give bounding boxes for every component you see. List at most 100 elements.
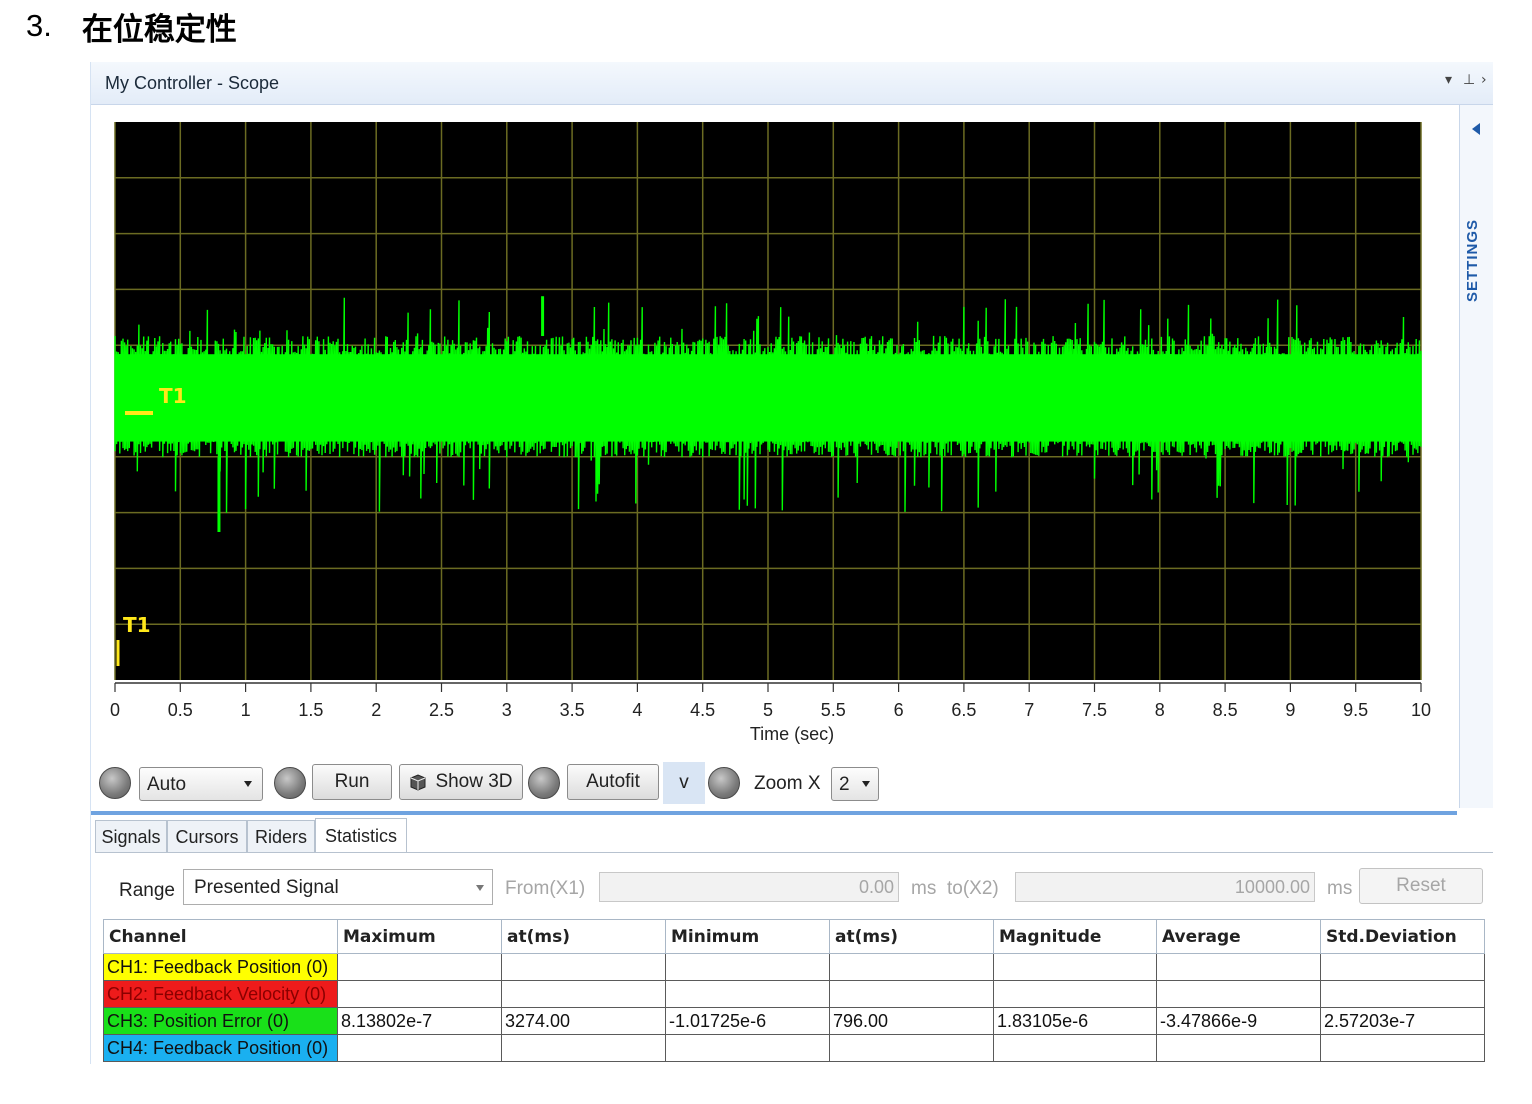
table-header-row: Channel Maximum at(ms) Minimum at(ms) Ma…	[103, 919, 1485, 954]
signal-band	[115, 354, 1421, 442]
table-cell	[829, 1034, 994, 1062]
table-row[interactable]: CH4: Feedback Position (0)	[103, 1034, 1485, 1062]
mode-led-icon[interactable]	[99, 767, 131, 799]
v-toggle[interactable]: v	[663, 762, 705, 804]
table-cell	[829, 980, 994, 1008]
scope-window: My Controller - Scope ▾ ⊥ › SETTINGS T1 T…	[90, 62, 1493, 1064]
step-title: 在位稳定性	[81, 11, 237, 48]
x-tick-label: 7.5	[1082, 700, 1107, 720]
x-tick-label: 4	[632, 700, 642, 720]
column-header[interactable]: Magnitude	[993, 919, 1157, 954]
to-unit: ms	[1327, 878, 1353, 899]
close-icon[interactable]: ›	[1481, 72, 1487, 88]
settings-label[interactable]: SETTINGS	[1464, 205, 1490, 315]
table-cell	[1320, 980, 1485, 1008]
table-cell	[829, 953, 994, 981]
window-titlebar: My Controller - Scope ▾ ⊥ ›	[91, 62, 1493, 105]
mode-value: Auto	[147, 774, 187, 795]
to-input[interactable]: 10000.00	[1015, 872, 1315, 902]
chevron-down-icon	[476, 885, 484, 891]
table-cell: -1.01725e-6	[665, 1007, 830, 1035]
channel-cell-ch1[interactable]: CH1: Feedback Position (0)	[103, 953, 338, 981]
window-title: My Controller - Scope	[105, 73, 280, 93]
x-tick-label: 6.5	[951, 700, 976, 720]
panel-splitter[interactable]	[91, 811, 1457, 815]
column-header[interactable]: Minimum	[665, 919, 830, 954]
trigger-level-label: T1	[159, 384, 187, 408]
table-cell	[337, 1034, 502, 1062]
table-cell: 2.57203e-7	[1320, 1007, 1485, 1035]
tab-signals[interactable]: Signals	[95, 820, 167, 853]
x-tick-label: 5.5	[821, 700, 846, 720]
column-header[interactable]: Channel	[103, 919, 338, 954]
x-tick-label: 5	[763, 700, 773, 720]
table-cell	[1156, 1034, 1321, 1062]
zoom-value: 2	[839, 774, 850, 795]
cube-icon	[409, 773, 427, 791]
table-row[interactable]: CH2: Feedback Velocity (0)	[103, 980, 1485, 1008]
column-header[interactable]: Std.Deviation	[1320, 919, 1485, 954]
show-3d-label: Show 3D	[435, 771, 513, 792]
table-cell	[337, 980, 502, 1008]
range-value: Presented Signal	[194, 877, 339, 898]
show-3d-button[interactable]: Show 3D	[399, 764, 523, 800]
chevron-down-icon	[244, 781, 252, 787]
zoom-led-icon[interactable]	[708, 767, 740, 799]
collapse-arrow-icon[interactable]	[1472, 123, 1480, 135]
step-number: 3.	[26, 8, 52, 43]
window-menu-icon[interactable]: ▾	[1445, 72, 1452, 88]
pin-icon[interactable]: ⊥	[1463, 72, 1475, 88]
table-cell: 8.13802e-7	[337, 1007, 502, 1035]
table-cell	[1156, 980, 1321, 1008]
from-label: From(X1)	[505, 878, 586, 899]
mode-select[interactable]: Auto	[139, 767, 263, 801]
tab-cursors[interactable]: Cursors	[167, 820, 247, 853]
table-row[interactable]: CH1: Feedback Position (0)	[103, 953, 1485, 981]
scope-plot[interactable]: T1 T1 0 0.5 1 1.5 2 2.5 3 3.5 4 4.5 5 5.5 6 6.5 7 7.5 8 8.5…	[91, 105, 1457, 765]
table-cell: 1.83105e-6	[993, 1007, 1157, 1035]
range-bar: Range Presented Signal From(X1) 0.00 ms …	[91, 862, 1493, 918]
reset-button[interactable]: Reset	[1359, 868, 1483, 904]
table-cell	[1320, 953, 1485, 981]
x-tick-label: 1	[241, 700, 251, 720]
channel-cell-ch4[interactable]: CH4: Feedback Position (0)	[103, 1034, 338, 1062]
table-cell	[1156, 953, 1321, 981]
x-tick-label: 10	[1411, 700, 1431, 720]
tab-riders[interactable]: Riders	[247, 820, 315, 853]
table-cell: 3274.00	[501, 1007, 666, 1035]
autofit-led-icon[interactable]	[528, 767, 560, 799]
zoom-select[interactable]: 2	[831, 767, 879, 801]
table-row[interactable]: CH3: Position Error (0) 8.13802e-7 3274.…	[103, 1007, 1485, 1035]
table-cell: 796.00	[829, 1007, 994, 1035]
from-input[interactable]: 0.00	[599, 872, 899, 902]
statistics-table: Channel Maximum at(ms) Minimum at(ms) Ma…	[103, 919, 1485, 1062]
from-unit: ms	[911, 878, 937, 899]
column-header[interactable]: at(ms)	[829, 919, 994, 954]
table-cell	[501, 953, 666, 981]
scope-controls: Auto Run Show 3D Autofit v Zoom X 2	[91, 762, 1457, 808]
table-cell	[665, 980, 830, 1008]
x-axis-label: Time (sec)	[750, 724, 834, 744]
settings-panel[interactable]: SETTINGS	[1459, 105, 1493, 808]
x-tick-label: 3	[502, 700, 512, 720]
x-tick-label: 3.5	[560, 700, 585, 720]
run-button[interactable]: Run	[312, 764, 392, 800]
trigger-time-label: T1	[123, 613, 151, 637]
tab-statistics[interactable]: Statistics	[315, 818, 407, 853]
autofit-button[interactable]: Autofit	[567, 764, 659, 800]
x-tick-label: 0.5	[168, 700, 193, 720]
tab-divider	[95, 852, 1493, 853]
column-header[interactable]: Average	[1156, 919, 1321, 954]
x-tick-label: 2.5	[429, 700, 454, 720]
x-tick-label: 6	[894, 700, 904, 720]
channel-cell-ch2[interactable]: CH2: Feedback Velocity (0)	[103, 980, 338, 1008]
channel-cell-ch3[interactable]: CH3: Position Error (0)	[103, 1007, 338, 1035]
range-select[interactable]: Presented Signal	[183, 869, 493, 905]
run-led-icon[interactable]	[274, 767, 306, 799]
column-header[interactable]: Maximum	[337, 919, 502, 954]
x-tick-label: 8	[1155, 700, 1165, 720]
table-cell	[665, 1034, 830, 1062]
table-cell	[665, 953, 830, 981]
column-header[interactable]: at(ms)	[501, 919, 666, 954]
to-label: to(X2)	[947, 878, 999, 899]
